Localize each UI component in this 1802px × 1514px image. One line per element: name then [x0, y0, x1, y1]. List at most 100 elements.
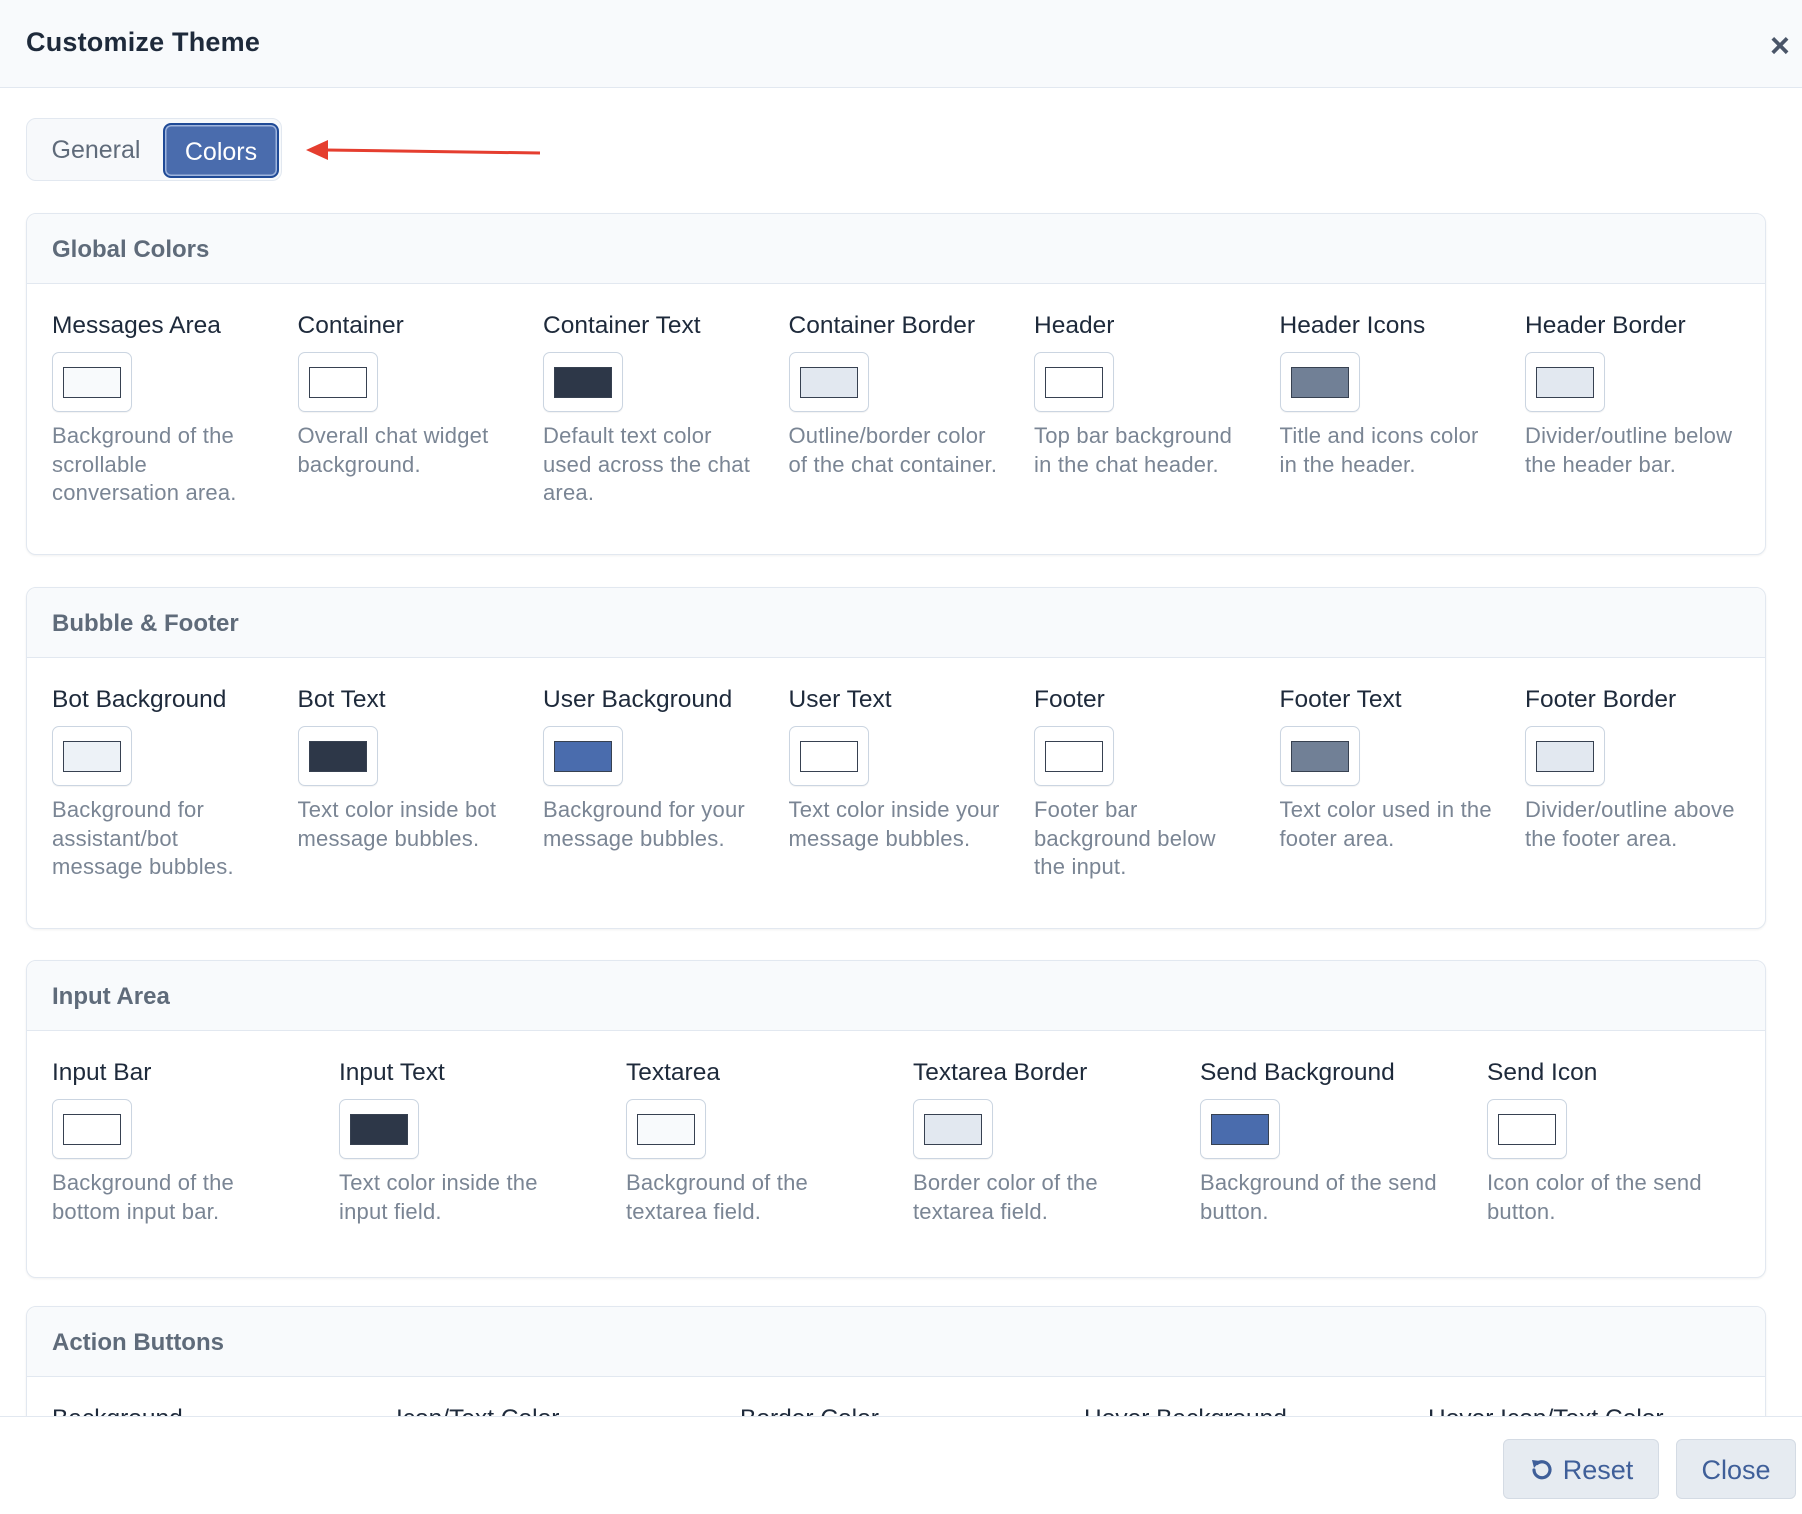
color-setting-item: User Text Text color inside your message … [788, 686, 1004, 853]
color-picker-button[interactable] [297, 352, 378, 412]
section-header: Global Colors [27, 214, 1765, 284]
color-setting-item: Header Border Divider/outline below the h… [1525, 312, 1740, 479]
color-picker-button[interactable] [543, 726, 623, 786]
color-setting-label: Send Icon [1487, 1059, 1598, 1086]
color-setting-label: Hover Icon/Text Color [1428, 1405, 1664, 1416]
color-picker-button[interactable] [1525, 726, 1605, 786]
color-setting-item: User Background Background for your messa… [543, 686, 758, 853]
color-swatch [924, 1114, 982, 1145]
tab-general[interactable]: General [31, 123, 161, 178]
modal-title: Customize Theme [26, 27, 261, 57]
close-icon[interactable]: × [1770, 28, 1802, 64]
color-setting-label: Header Icons [1279, 312, 1426, 339]
color-picker-button[interactable] [1487, 1099, 1567, 1159]
color-setting-description: Text color inside the input field. [339, 1170, 538, 1224]
color-setting-item: Bot Background Background for assistant/b… [52, 686, 267, 882]
color-setting-item: Textarea Background of the textarea field… [626, 1059, 876, 1226]
section-title: Input Area [52, 983, 170, 1010]
modal-header: Customize Theme × [0, 0, 1802, 88]
color-setting-item: Container Border Outline/border color of … [788, 312, 1004, 479]
color-setting-description: Title and icons color in the header. [1279, 423, 1479, 477]
color-setting-label: Textarea Border [913, 1059, 1088, 1086]
color-picker-button[interactable] [1279, 726, 1360, 786]
color-setting-description: Default text color used across the chat … [543, 423, 751, 505]
color-setting-description: Text color inside your message bubbles. [788, 797, 1000, 851]
color-setting-description: Overall chat widget background. [297, 423, 489, 477]
reset-button[interactable]: Reset [1503, 1439, 1659, 1499]
color-picker-button[interactable] [52, 726, 132, 786]
color-picker-button[interactable] [1279, 352, 1360, 412]
color-setting-item: Footer Text Text color used in the footer… [1279, 686, 1495, 853]
color-setting-description: Top bar background in the chat header. [1034, 423, 1233, 477]
color-setting-description: Background for assistant/bot message bub… [52, 797, 234, 879]
color-setting-label: Header [1034, 312, 1115, 339]
color-picker-button[interactable] [339, 1099, 419, 1159]
color-setting-item: Footer Border Divider/outline above the f… [1525, 686, 1740, 853]
color-swatch [554, 367, 612, 398]
color-swatch [1498, 1114, 1556, 1145]
color-settings-scroll-area[interactable]: Global Colors Messages Area Background of … [0, 200, 1802, 1416]
color-setting-label: User Background [543, 686, 733, 713]
color-setting-label: Icon/Text Color [396, 1405, 559, 1416]
color-picker-button[interactable] [52, 1099, 132, 1159]
color-setting-item: Messages Area Background of the scrollabl… [52, 312, 267, 508]
color-swatch [308, 367, 367, 398]
color-setting-description: Border color of the textarea field. [913, 1170, 1098, 1224]
color-setting-description: Outline/border color of the chat contain… [788, 423, 998, 477]
color-setting-label: Messages Area [52, 312, 221, 339]
color-setting-item: Container Overall chat widget background. [297, 312, 513, 479]
color-swatch [63, 367, 121, 398]
color-setting-label: Container Text [543, 312, 701, 339]
color-setting-label: Background [52, 1405, 183, 1416]
color-setting-description: Divider/outline above the footer area. [1525, 797, 1735, 851]
color-picker-button[interactable] [52, 352, 132, 412]
color-setting-label: Hover Background [1084, 1405, 1287, 1416]
color-setting-description: Icon color of the send button. [1487, 1170, 1702, 1224]
color-picker-button[interactable] [543, 352, 623, 412]
color-setting-label: Input Text [339, 1059, 445, 1086]
color-swatch [308, 741, 367, 772]
color-swatch [63, 741, 121, 772]
tab-group: General Colors [26, 118, 282, 181]
color-picker-button[interactable] [1034, 352, 1114, 412]
section-action-buttons: Action Buttons Background Icon/Text Color B… [26, 1306, 1766, 1416]
section-title: Bubble & Footer [52, 610, 239, 637]
color-setting-item: Send Background Background of the send bu… [1200, 1059, 1450, 1226]
color-setting-item: Header Top bar background in the chat hea… [1034, 312, 1249, 479]
color-setting-description: Footer bar background below the input. [1034, 797, 1216, 879]
reset-button-label: Reset [1562, 1455, 1634, 1485]
annotation-arrow-icon [306, 140, 541, 160]
color-setting-description: Text color inside bot message bubbles. [297, 797, 497, 851]
color-picker-button[interactable] [626, 1099, 706, 1159]
color-picker-button[interactable] [1525, 352, 1605, 412]
color-setting-item: Hover Background [1084, 1405, 1287, 1416]
close-button[interactable]: Close [1676, 1439, 1796, 1499]
color-swatch [350, 1114, 408, 1145]
color-swatch [637, 1114, 695, 1145]
color-picker-button[interactable] [1034, 726, 1114, 786]
section-header: Bubble & Footer [27, 588, 1765, 658]
color-setting-item: Input Bar Background of the bottom input … [52, 1059, 302, 1226]
section-title: Global Colors [52, 236, 210, 263]
color-picker-button[interactable] [788, 352, 869, 412]
color-setting-item: Hover Icon/Text Color [1428, 1405, 1664, 1416]
color-picker-button[interactable] [1200, 1099, 1280, 1159]
color-setting-label: User Text [788, 686, 892, 713]
color-setting-item: Border Color [740, 1405, 879, 1416]
color-setting-description: Background of the send button. [1200, 1170, 1437, 1224]
section-global-colors: Global Colors Messages Area Background of … [26, 213, 1766, 555]
color-swatch [1045, 741, 1103, 772]
color-setting-description: Background for your message bubbles. [543, 797, 745, 851]
color-picker-button[interactable] [297, 726, 378, 786]
color-setting-item: Bot Text Text color inside bot message bu… [297, 686, 513, 853]
color-swatch [799, 367, 858, 398]
tab-colors[interactable]: Colors [163, 123, 279, 178]
color-swatch [1045, 367, 1103, 398]
color-swatch [799, 741, 858, 772]
color-setting-label: Bot Text [297, 686, 386, 713]
color-setting-label: Header Border [1525, 312, 1686, 339]
color-setting-label: Footer [1034, 686, 1105, 713]
color-picker-button[interactable] [913, 1099, 993, 1159]
color-picker-button[interactable] [788, 726, 869, 786]
color-setting-description: Background of the textarea field. [626, 1170, 808, 1224]
